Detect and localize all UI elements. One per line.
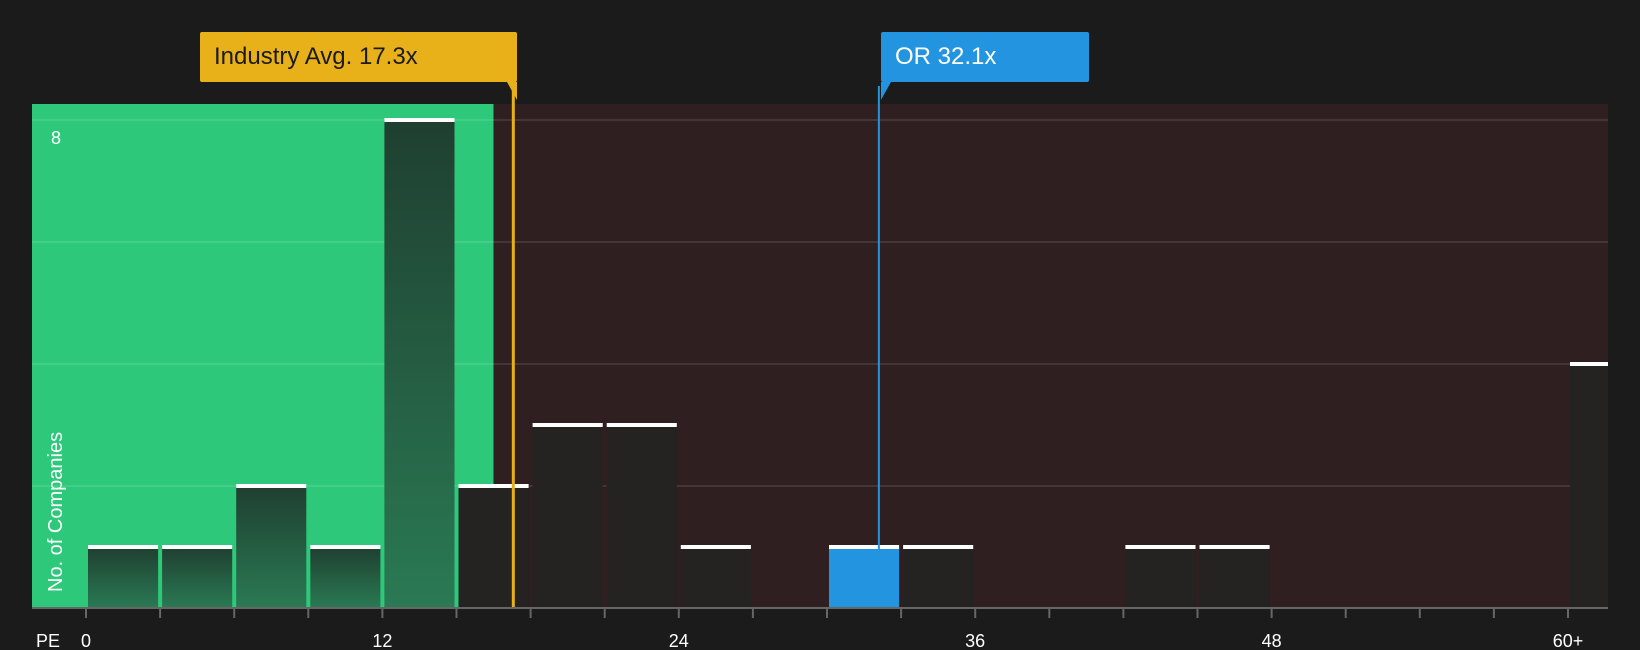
histogram-bar: [1570, 364, 1608, 608]
bar-cap: [384, 118, 455, 122]
x-tick-label: 12: [372, 631, 392, 650]
x-axis-label: PE: [36, 631, 60, 650]
x-tick-label: 24: [669, 631, 689, 650]
histogram-bar: [236, 486, 307, 608]
bar-cap: [680, 545, 751, 549]
callout-pointer: [881, 82, 891, 100]
histogram-bar: [606, 425, 677, 608]
histogram-bar: [384, 120, 455, 608]
histogram-bar: [162, 547, 233, 608]
x-tick-label: 36: [965, 631, 985, 650]
bar-cap: [532, 423, 603, 427]
x-tick-label: 48: [1262, 631, 1282, 650]
callout-pointer: [507, 82, 517, 100]
y-tick-label: 8: [51, 128, 61, 148]
industry-average-label: Industry Avg. 17.3x: [214, 43, 418, 70]
histogram-bar: [532, 425, 603, 608]
histogram-bar: [829, 547, 900, 608]
bar-cap: [236, 484, 307, 488]
company-pe-callout: OR 32.1x: [881, 32, 1089, 100]
histogram-bar: [903, 547, 974, 608]
industry-average-callout: Industry Avg. 17.3x: [200, 32, 517, 100]
bar-cap: [1199, 545, 1270, 549]
bar-cap: [458, 484, 529, 488]
bar-cap: [1125, 545, 1196, 549]
y-axis-label: No. of Companies: [45, 432, 67, 592]
bar-cap: [1570, 362, 1608, 366]
pe-distribution-chart: 0 12 24 36 48 60+ 8 No. of Companies PE: [32, 86, 1608, 650]
bar-cap: [606, 423, 677, 427]
histogram-bar: [1125, 547, 1196, 608]
histogram-bar: [458, 486, 529, 608]
bar-cap: [903, 545, 974, 549]
bar-cap: [310, 545, 381, 549]
x-tick-label: 60+: [1553, 631, 1584, 650]
bar-cap: [162, 545, 233, 549]
histogram-bar: [88, 547, 159, 608]
bar-cap: [829, 545, 900, 549]
bar-cap: [88, 545, 159, 549]
histogram-bar: [1199, 547, 1270, 608]
x-tick-label: 0: [81, 631, 91, 650]
histogram-bar: [310, 547, 381, 608]
histogram-bar: [680, 547, 751, 608]
company-pe-label: OR 32.1x: [895, 43, 997, 70]
